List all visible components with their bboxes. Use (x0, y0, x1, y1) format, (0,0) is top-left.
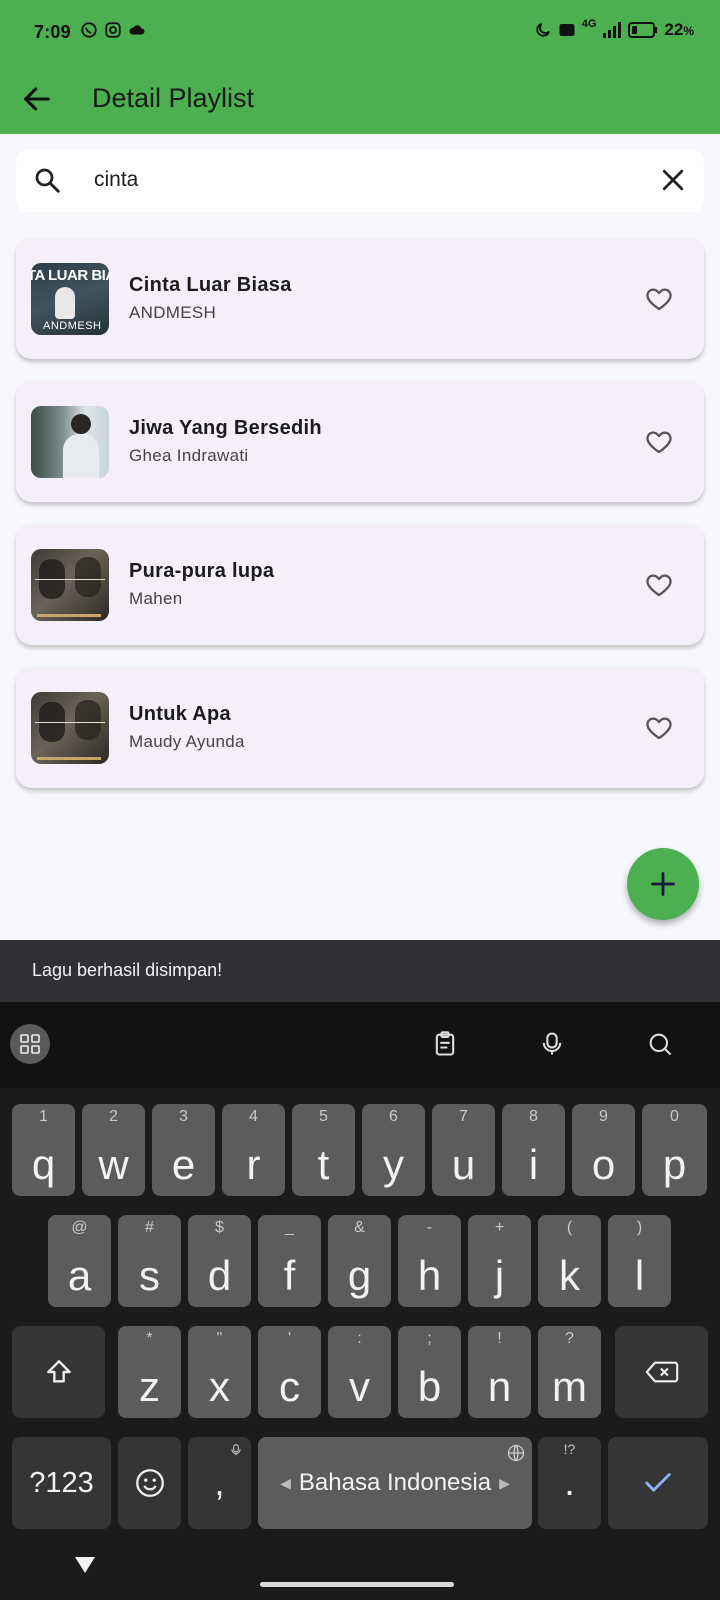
status-right: 4G 22% (534, 18, 694, 40)
backspace-icon (645, 1361, 678, 1383)
key-u[interactable]: 7u (432, 1104, 495, 1196)
song-title: Cinta Luar Biasa (129, 274, 292, 296)
language-label: Bahasa Indonesia (298, 1469, 492, 1496)
shift-icon (46, 1360, 71, 1383)
back-arrow-icon[interactable] (20, 82, 54, 116)
heart-icon[interactable] (644, 713, 674, 743)
status-time: 7:09 (34, 22, 71, 42)
song-card[interactable]: Untuk Apa Maudy Ayunda (16, 667, 704, 788)
snackbar: Lagu berhasil disimpan! (0, 940, 720, 1002)
shift-key[interactable] (12, 1326, 105, 1418)
whatsapp-icon (81, 22, 97, 38)
key-w[interactable]: 2w (82, 1104, 145, 1196)
notification-icons (80, 21, 146, 39)
key-f[interactable]: _ f (258, 1215, 321, 1307)
key-o[interactable]: 9o (572, 1104, 635, 1196)
key-v[interactable]: :v (328, 1326, 391, 1418)
song-title: Untuk Apa (129, 703, 231, 725)
key-c[interactable]: ' c (258, 1326, 321, 1418)
enter-key[interactable] (608, 1437, 708, 1529)
song-title: Pura-pura lupa (129, 560, 275, 582)
keyboard: 1q 2w 3e 4r 5t 6y 7u 8i 9o 0p @ a # s $ d _… (0, 1002, 720, 1600)
key-g[interactable]: & g (328, 1215, 391, 1307)
key-m[interactable]: ? m (538, 1326, 601, 1418)
keyboard-search-icon[interactable] (646, 1030, 674, 1058)
key-i[interactable]: 8i (502, 1104, 565, 1196)
song-artist: Ghea Indrawati (129, 446, 249, 465)
key-j[interactable]: + j (468, 1215, 531, 1307)
home-indicator[interactable] (260, 1582, 454, 1587)
emoji-icon (135, 1469, 164, 1497)
symbols-key[interactable]: ?123 (12, 1437, 111, 1529)
network-type: 4G (581, 18, 597, 30)
signal-icon (603, 22, 622, 38)
song-card[interactable]: Jiwa Yang Bersedih Ghea Indrawati (16, 381, 704, 502)
period-key[interactable]: !? . (538, 1437, 601, 1529)
heart-icon[interactable] (644, 284, 674, 314)
battery-percent: 22 (664, 20, 684, 39)
album-cover-text-bottom: ANDMESH (43, 320, 102, 332)
song-artist: Maudy Ayunda (129, 732, 245, 751)
key-p[interactable]: 0p (642, 1104, 707, 1196)
snackbar-message: Lagu berhasil disimpan! (32, 960, 223, 980)
moon-icon (536, 23, 550, 37)
album-cover: TA LUAR BIA ANDMESH (31, 263, 109, 335)
key-n[interactable]: ! n (468, 1326, 531, 1418)
battery-unit: % (683, 24, 694, 38)
album-cover-text-top: TA LUAR BIA (31, 267, 109, 284)
key-y[interactable]: 6y (362, 1104, 425, 1196)
hide-keyboard-icon[interactable] (74, 1556, 96, 1574)
clipboard-icon[interactable] (431, 1030, 459, 1058)
plus-icon (651, 872, 675, 896)
battery-icon (628, 22, 658, 38)
key-l[interactable]: ) l (608, 1215, 671, 1307)
key-b[interactable]: ; b (398, 1326, 461, 1418)
key-r[interactable]: 4r (222, 1104, 285, 1196)
grid-icon (20, 1034, 40, 1054)
close-icon[interactable] (658, 165, 688, 195)
album-cover (31, 549, 109, 621)
add-song-button[interactable] (627, 848, 699, 920)
comma-key[interactable]: , (188, 1437, 251, 1529)
key-t[interactable]: 5t (292, 1104, 355, 1196)
key-z[interactable]: * z (118, 1326, 181, 1418)
key-q[interactable]: 1q (12, 1104, 75, 1196)
key-x[interactable]: " x (188, 1326, 251, 1418)
album-cover (31, 692, 109, 764)
checkmark-icon (645, 1473, 671, 1492)
space-key[interactable]: ◀ Bahasa Indonesia ▶ (258, 1437, 532, 1529)
song-title: Jiwa Yang Bersedih (129, 417, 322, 439)
search-icon (35, 168, 60, 193)
heart-icon[interactable] (644, 570, 674, 600)
key-d[interactable]: $ d (188, 1215, 251, 1307)
backspace-key[interactable] (615, 1326, 708, 1418)
cloud-icon (129, 25, 145, 35)
page-title: Detail Playlist (92, 83, 255, 113)
volte-icon (559, 24, 575, 36)
search-bar[interactable] (16, 150, 704, 212)
app-bar: Detail Playlist (0, 64, 720, 134)
heart-icon[interactable] (644, 427, 674, 457)
keyboard-toolbar (0, 1002, 720, 1088)
search-input[interactable] (94, 168, 634, 192)
song-artist: ANDMESH (129, 303, 217, 322)
instagram-icon (105, 22, 121, 38)
key-a[interactable]: @ a (48, 1215, 111, 1307)
song-artist: Mahen (129, 589, 183, 608)
song-card[interactable]: TA LUAR BIA ANDMESH Cinta Luar Biasa AND… (16, 238, 704, 359)
album-cover (31, 406, 109, 478)
key-e[interactable]: 3e (152, 1104, 215, 1196)
keyboard-apps-button[interactable] (10, 1024, 50, 1064)
song-card[interactable]: Pura-pura lupa Mahen (16, 524, 704, 645)
key-h[interactable]: -h (398, 1215, 461, 1307)
navigation-bar (0, 1540, 720, 1600)
key-k[interactable]: (k (538, 1215, 601, 1307)
emoji-key[interactable] (118, 1437, 181, 1529)
key-s[interactable]: # s (118, 1215, 181, 1307)
microphone-icon[interactable] (538, 1030, 566, 1058)
status-bar: 7:09 4G 22% (0, 0, 720, 64)
song-list: TA LUAR BIA ANDMESH Cinta Luar Biasa AND… (16, 238, 704, 810)
